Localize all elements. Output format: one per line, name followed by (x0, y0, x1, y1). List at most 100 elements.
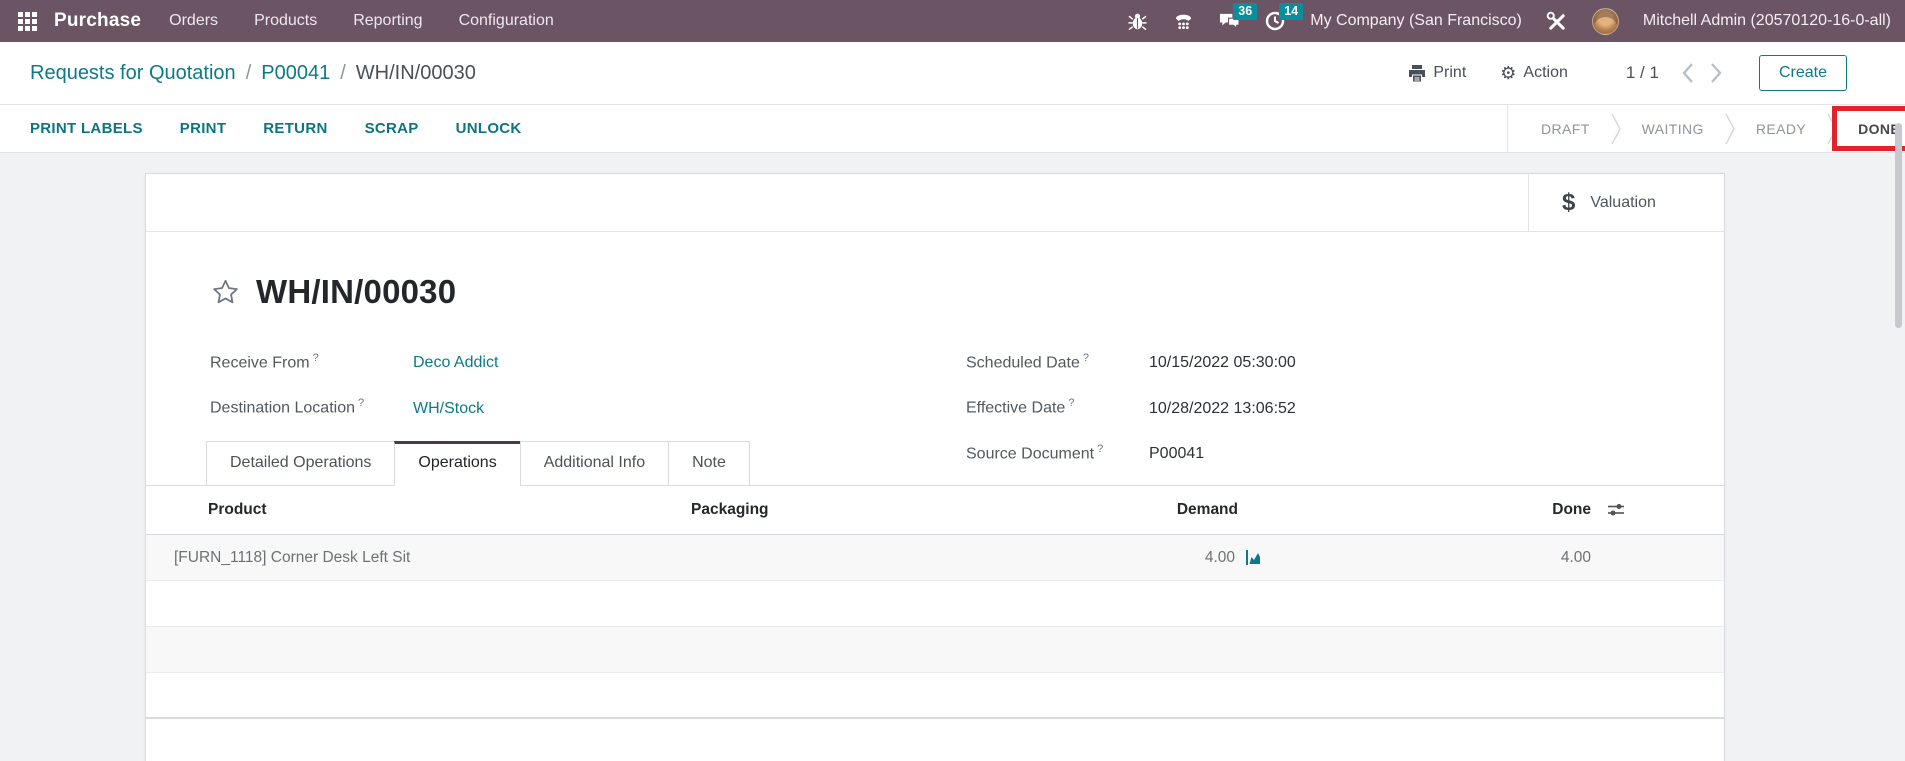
print-menu-button[interactable]: Print (1408, 64, 1466, 82)
breadcrumb-separator: / (340, 62, 346, 85)
column-header-packaging[interactable]: Packaging (691, 501, 1086, 519)
column-header-done[interactable]: Done (1286, 501, 1601, 519)
field-label-source-document: Source Document? (966, 439, 1149, 464)
activities-badge: 14 (1279, 3, 1303, 20)
star-icon (210, 277, 241, 308)
print-label: Print (1433, 64, 1466, 82)
menu-reporting[interactable]: Reporting (353, 12, 422, 30)
menu-products[interactable]: Products (254, 12, 317, 30)
create-button[interactable]: Create (1759, 55, 1847, 91)
status-arrow-icon (1725, 112, 1735, 146)
grid-icon (18, 12, 37, 31)
menu-configuration[interactable]: Configuration (459, 12, 554, 30)
apps-grid-icon[interactable] (12, 6, 42, 36)
company-switcher[interactable]: My Company (San Francisco) (1310, 12, 1522, 30)
field-value-source-document[interactable]: P00041 (1149, 443, 1204, 464)
top-navbar: Purchase Orders Products Reporting Confi… (0, 0, 1905, 42)
messages-button[interactable]: 36 (1218, 6, 1240, 36)
valuation-button[interactable]: $ Valuation (1528, 174, 1724, 231)
pager-previous-button[interactable] (1681, 62, 1694, 84)
field-label-effective-date: Effective Date? (966, 393, 1149, 418)
scrollbar-track (1893, 105, 1904, 761)
status-arrow-icon (1611, 112, 1621, 146)
table-header: Product Packaging Demand Done (146, 486, 1724, 535)
tab-operations[interactable]: Operations (394, 441, 520, 486)
dollar-icon: $ (1562, 189, 1575, 217)
scrollbar-thumb[interactable] (1895, 123, 1902, 328)
phone-dialer-icon (1174, 12, 1193, 31)
debug-bug-button[interactable] (1126, 6, 1148, 36)
status-waiting[interactable]: WAITING (1642, 121, 1704, 137)
pager-next-button[interactable] (1710, 62, 1723, 84)
cell-demand-value[interactable]: 4.00 (1205, 549, 1235, 567)
status-draft[interactable]: DRAFT (1541, 121, 1590, 137)
sliders-icon (1607, 502, 1625, 518)
cell-product[interactable]: [FURN_1118] Corner Desk Left Sit (146, 549, 691, 567)
chevron-left-icon (1681, 62, 1694, 84)
field-label-receive-from: Receive From? (210, 348, 413, 373)
help-icon: ? (1083, 352, 1089, 364)
cell-done-value[interactable]: 4.00 (1286, 549, 1601, 567)
field-value-effective-date[interactable]: 10/28/2022 13:06:52 (1149, 398, 1296, 419)
table-row[interactable]: [FURN_1118] Corner Desk Left Sit 4.00 4.… (146, 535, 1724, 581)
bug-icon (1128, 11, 1147, 31)
help-icon: ? (1097, 443, 1103, 455)
optional-columns-button[interactable] (1607, 502, 1625, 518)
voip-phone-button[interactable] (1172, 6, 1194, 36)
tab-note[interactable]: Note (668, 441, 750, 486)
field-label-destination-location: Destination Location? (210, 393, 413, 418)
table-row-empty (146, 673, 1724, 719)
help-icon: ? (358, 397, 364, 409)
tab-additional-info[interactable]: Additional Info (520, 441, 669, 486)
gear-icon: ⚙ (1500, 64, 1516, 82)
wrench-screwdriver-icon (1546, 11, 1567, 32)
printer-icon (1408, 65, 1426, 82)
content-area: $ Valuation WH/IN/00030 Receive From? De… (0, 153, 1905, 761)
help-icon: ? (1068, 397, 1074, 409)
record-title: WH/IN/00030 (256, 269, 456, 315)
pager-value[interactable]: 1 / 1 (1626, 63, 1659, 83)
form-action-bar: PRINT LABELS PRINT RETURN SCRAP UNLOCK D… (0, 105, 1905, 153)
action-label: Action (1523, 64, 1567, 82)
tab-detailed-operations[interactable]: Detailed Operations (206, 441, 395, 486)
unlock-button[interactable]: UNLOCK (456, 120, 522, 137)
menu-orders[interactable]: Orders (169, 12, 218, 30)
app-name[interactable]: Purchase (54, 10, 141, 32)
status-arrow-icon (1827, 112, 1837, 146)
forecast-report-button[interactable] (1246, 550, 1262, 565)
tools-button[interactable] (1546, 6, 1568, 36)
field-value-scheduled-date[interactable]: 10/15/2022 05:30:00 (1149, 352, 1296, 373)
table-row-empty (146, 581, 1724, 627)
column-header-product[interactable]: Product (146, 501, 691, 519)
breadcrumb-separator: / (246, 62, 252, 85)
control-panel: Requests for Quotation / P00041 / WH/IN/… (0, 42, 1905, 105)
breadcrumb: Requests for Quotation / P00041 / WH/IN/… (30, 62, 476, 85)
print-button[interactable]: PRINT (180, 120, 227, 137)
print-labels-button[interactable]: PRINT LABELS (30, 120, 143, 137)
field-group: Receive From? Deco Addict Destination Lo… (146, 315, 1724, 439)
field-value-receive-from[interactable]: Deco Addict (413, 352, 498, 373)
status-ready[interactable]: READY (1756, 121, 1806, 137)
scrap-button[interactable]: SCRAP (365, 120, 419, 137)
field-value-destination-location[interactable]: WH/Stock (413, 398, 484, 419)
activities-button[interactable]: 14 (1264, 6, 1286, 36)
chevron-right-icon (1710, 62, 1723, 84)
return-button[interactable]: RETURN (263, 120, 327, 137)
user-menu[interactable]: Mitchell Admin (20570120-16-0-all) (1643, 12, 1891, 30)
valuation-label: Valuation (1590, 194, 1656, 212)
smart-button-box: $ Valuation (146, 174, 1724, 232)
form-sheet: $ Valuation WH/IN/00030 Receive From? De… (145, 173, 1725, 761)
messages-badge: 36 (1233, 3, 1257, 20)
breadcrumb-p00041[interactable]: P00041 (261, 62, 330, 85)
action-menu-button[interactable]: ⚙ Action (1500, 64, 1568, 82)
table-row-empty (146, 627, 1724, 673)
field-label-scheduled-date: Scheduled Date? (966, 348, 1149, 373)
area-chart-icon (1246, 550, 1262, 565)
user-avatar[interactable] (1592, 8, 1619, 35)
breadcrumb-rfq[interactable]: Requests for Quotation (30, 62, 236, 85)
column-header-demand[interactable]: Demand (1086, 501, 1286, 519)
statusbar: DRAFT WAITING READY DONE (1507, 105, 1905, 152)
help-icon: ? (313, 352, 319, 364)
favorite-star-button[interactable] (210, 277, 241, 308)
breadcrumb-current: WH/IN/00030 (356, 62, 476, 85)
